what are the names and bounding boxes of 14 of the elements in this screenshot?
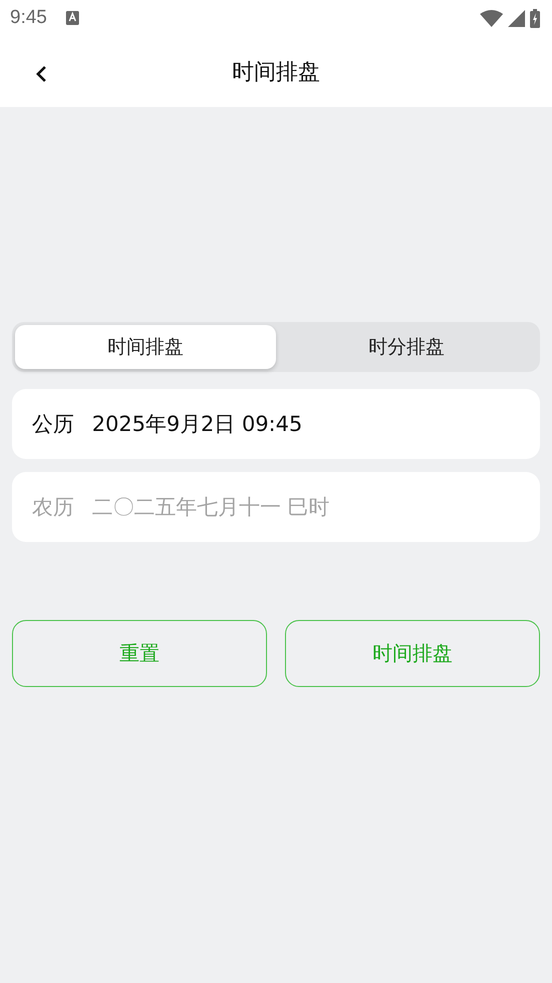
keyboard-notification-icon [66,11,79,25]
date-value: 2025年9月2日 09:45 [92,411,302,438]
back-icon[interactable] [35,65,49,83]
mode-tab[interactable]: 时间排盘 [15,325,276,369]
signal-icon [508,10,525,26]
date-label: 公历 [32,411,74,438]
page-title: 时间排盘 [232,58,320,86]
battery-charging-icon [530,8,540,28]
wifi-icon [480,10,503,26]
mode-tab[interactable]: 时分排盘 [276,325,537,369]
date-label: 农历 [32,494,74,521]
date-value: 二〇二五年七月十一 巳时 [92,494,330,521]
status-time: 9:45 [10,7,47,29]
date-field[interactable]: 公历 2025年9月2日 09:45 [12,389,540,459]
